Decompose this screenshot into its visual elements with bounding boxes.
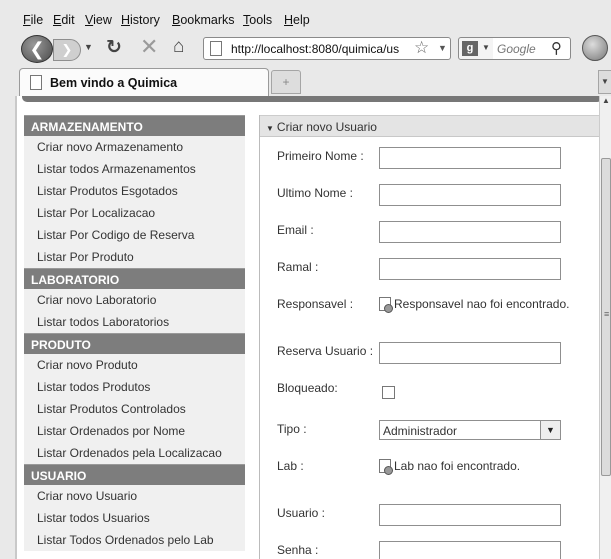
menu-link-produtos-esgotados[interactable]: Listar Produtos Esgotados	[24, 180, 245, 202]
tab-title: Bem vindo a Quimica	[50, 76, 178, 90]
section-header-usuario: USUARIO	[24, 464, 245, 485]
forward-button[interactable]: ❯	[53, 39, 81, 61]
label-responsavel: Responsavel :	[277, 297, 354, 311]
menu-file[interactable]: File	[23, 13, 43, 27]
menu-link-ordenados-lab[interactable]: Listar Todos Ordenados pelo Lab	[24, 529, 245, 551]
menu-link-produtos-controlados[interactable]: Listar Produtos Controlados	[24, 398, 245, 420]
menu-view[interactable]: View	[85, 13, 112, 27]
section-header-laboratorio: LABORATORIO	[24, 268, 245, 289]
sidebar-menu: ARMAZENAMENTO Criar novo Armazenamento L…	[24, 115, 245, 551]
usuario-field[interactable]	[379, 504, 561, 526]
tipo-selected-value: Administrador	[383, 424, 458, 438]
menu-link-por-produto[interactable]: Listar Por Produto	[24, 246, 245, 268]
tipo-select[interactable]: Administrador ▼	[379, 420, 561, 440]
magnifier-icon[interactable]: ⚲	[551, 39, 562, 57]
forward-arrow-icon: ❯	[61, 42, 73, 57]
search-lookup-icon[interactable]	[379, 297, 393, 313]
search-lookup-icon[interactable]	[379, 459, 393, 475]
page-icon	[210, 41, 222, 56]
home-icon[interactable]: ⌂	[173, 36, 184, 58]
chevron-down-icon[interactable]: ▼	[540, 421, 560, 439]
search-input[interactable]: Google ⚲	[493, 37, 571, 60]
menu-help[interactable]: Help	[284, 13, 310, 27]
label-reserva-usuario: Reserva Usuario :	[277, 344, 374, 358]
menu-link-listar-laboratorios[interactable]: Listar todos Laboratorios	[24, 311, 245, 333]
create-user-panel: ▼ Criar novo Usuario Primeiro Nome : Ulti…	[259, 115, 599, 559]
browser-chrome: File Edit View History Bookmarks Tools H…	[0, 0, 611, 96]
addon-icon[interactable]	[582, 35, 608, 61]
bookmark-star-icon[interactable]: ☆	[414, 38, 429, 58]
menu-link-ordenados-localizacao[interactable]: Listar Ordenados pela Localizacao	[24, 442, 245, 464]
search-engine-selector[interactable]: g ▼	[458, 37, 494, 60]
section-header-armazenamento: ARMAZENAMENTO	[24, 115, 245, 136]
collapse-triangle-icon: ▼	[266, 124, 274, 133]
tab-bar: Bem vindo a Quimica + ▼	[0, 64, 611, 96]
reserva-usuario-field[interactable]	[379, 342, 561, 364]
label-ultimo-nome: Ultimo Nome :	[277, 186, 354, 200]
history-dropdown-icon[interactable]: ▼	[84, 42, 93, 52]
tab-page-icon	[30, 75, 42, 90]
menu-link-criar-usuario[interactable]: Criar novo Usuario	[24, 485, 245, 507]
menu-link-listar-usuarios[interactable]: Listar todos Usuarios	[24, 507, 245, 529]
label-usuario: Usuario :	[277, 506, 326, 520]
scrollbar-thumb[interactable]: ≡	[601, 158, 611, 476]
label-email: Email :	[277, 223, 314, 237]
label-bloqueado: Bloqueado:	[277, 381, 338, 395]
senha-field[interactable]	[379, 541, 561, 559]
menu-bar: File Edit View History Bookmarks Tools H…	[0, 8, 611, 32]
menu-link-ordenados-nome[interactable]: Listar Ordenados por Nome	[24, 420, 245, 442]
scroll-up-arrow-icon[interactable]: ▲	[601, 96, 611, 108]
menu-bookmarks[interactable]: Bookmarks	[172, 13, 235, 27]
search-engine-dropdown-icon: ▼	[482, 43, 490, 52]
label-primeiro-nome: Primeiro Nome :	[277, 149, 364, 163]
tab-active[interactable]: Bem vindo a Quimica	[19, 68, 269, 96]
section-header-produto: PRODUTO	[24, 333, 245, 354]
scroll-grip-icon: ≡	[604, 309, 610, 319]
url-text[interactable]: http://localhost:8080/quimica/us	[231, 42, 413, 56]
ultimo-nome-field[interactable]	[379, 184, 561, 206]
bloqueado-checkbox[interactable]	[382, 386, 395, 399]
panel-header[interactable]: ▼ Criar novo Usuario	[260, 115, 599, 137]
back-arrow-icon: ❮	[29, 39, 45, 59]
label-senha: Senha :	[277, 543, 319, 557]
new-tab-button[interactable]: +	[271, 70, 301, 94]
header-band	[22, 96, 599, 102]
menu-link-por-localizacao[interactable]: Listar Por Localizacao	[24, 202, 245, 224]
lab-note: Lab nao foi encontrado.	[379, 459, 521, 475]
page-scrollbar[interactable]: ▲ ≡	[599, 96, 611, 559]
reload-icon[interactable]: ↻	[106, 36, 122, 59]
email-field[interactable]	[379, 221, 561, 243]
label-ramal: Ramal :	[277, 260, 319, 274]
label-lab: Lab :	[277, 459, 304, 473]
window-left-edge	[0, 0, 15, 559]
responsavel-not-found-text: Responsavel nao foi encontrado.	[394, 297, 570, 311]
menu-link-criar-laboratorio[interactable]: Criar novo Laboratorio	[24, 289, 245, 311]
menu-link-criar-armazenamento[interactable]: Criar novo Armazenamento	[24, 136, 245, 158]
back-button[interactable]: ❮	[21, 35, 53, 63]
menu-link-por-codigo-reserva[interactable]: Listar Por Codigo de Reserva	[24, 224, 245, 246]
search-placeholder: Google	[497, 42, 536, 56]
menu-history[interactable]: History	[121, 13, 160, 27]
google-icon: g	[462, 41, 478, 56]
tab-list-dropdown-icon[interactable]: ▼	[598, 70, 611, 94]
label-tipo: Tipo :	[277, 422, 307, 436]
ramal-field[interactable]	[379, 258, 561, 280]
primeiro-nome-field[interactable]	[379, 147, 561, 169]
url-dropdown-icon[interactable]: ▼	[438, 43, 447, 53]
panel-title: Criar novo Usuario	[276, 120, 377, 134]
menu-edit[interactable]: Edit	[53, 13, 75, 27]
address-bar[interactable]: http://localhost:8080/quimica/us ☆ ▼	[203, 37, 451, 60]
page-content: ARMAZENAMENTO Criar novo Armazenamento L…	[17, 96, 599, 559]
menu-link-criar-produto[interactable]: Criar novo Produto	[24, 354, 245, 376]
navigation-toolbar: ❮ ❯ ▼ ↻ ✕ ⌂ http://localhost:8080/quimic…	[0, 32, 611, 64]
menu-tools[interactable]: Tools	[243, 13, 272, 27]
stop-icon[interactable]: ✕	[140, 34, 158, 60]
menu-link-listar-produtos[interactable]: Listar todos Produtos	[24, 376, 245, 398]
lab-not-found-text: Lab nao foi encontrado.	[394, 459, 521, 473]
responsavel-note: Responsavel nao foi encontrado.	[379, 297, 570, 313]
menu-link-listar-armazenamentos[interactable]: Listar todos Armazenamentos	[24, 158, 245, 180]
